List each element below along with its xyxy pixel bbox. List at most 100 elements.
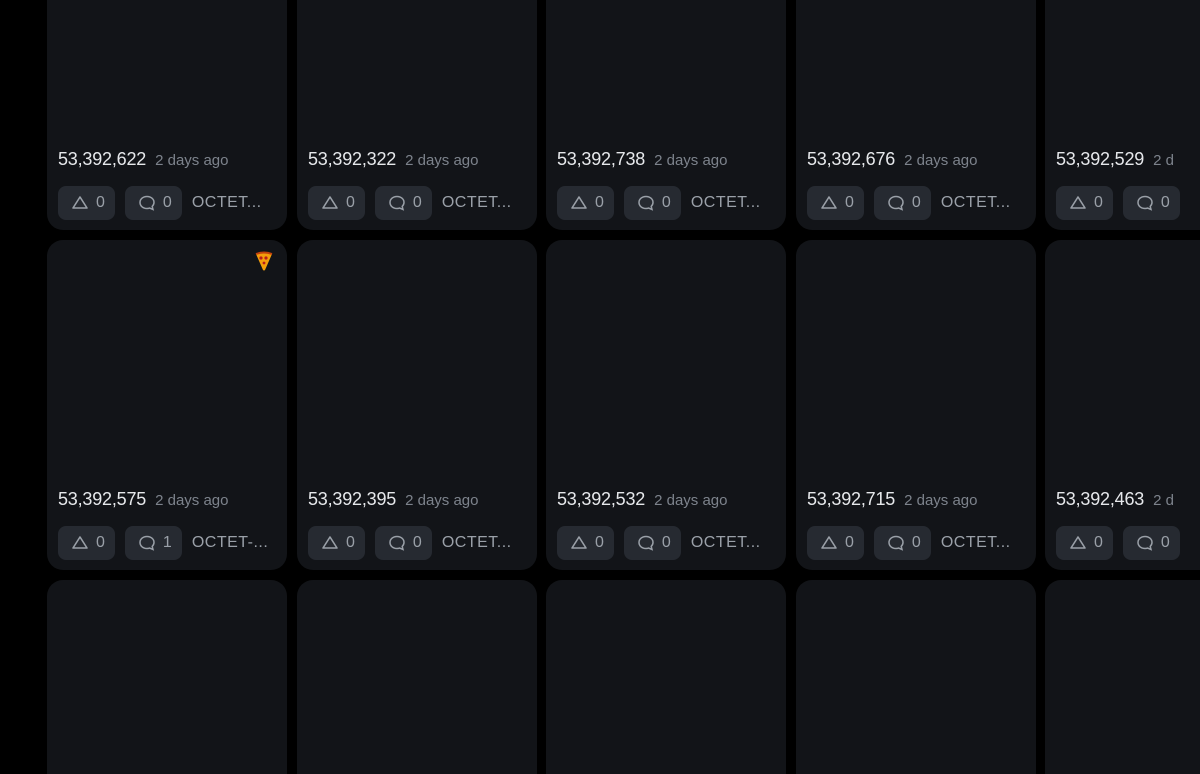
triangle-up-icon: [72, 196, 88, 209]
comment-button[interactable]: 1: [124, 526, 182, 560]
card-actions: 0 0 OCTET...: [807, 526, 1011, 560]
card-meta: 53,392,738 2 days ago: [557, 149, 727, 170]
card-actions: 0 0 OCTET...: [557, 186, 761, 220]
result-card[interactable]: 53,392,529 2 d 0 0: [1045, 0, 1200, 230]
card-meta: 53,392,676 2 days ago: [807, 149, 977, 170]
result-card[interactable]: 53,392,715 2 days ago 0 0 OCTET...: [796, 240, 1036, 570]
card-meta: 53,392,322 2 days ago: [308, 149, 478, 170]
result-card[interactable]: 53,392,622 2 days ago 0 0 OCTET...: [47, 0, 287, 230]
timestamp: 2 days ago: [155, 152, 229, 169]
inscription-number[interactable]: 53,392,532: [557, 489, 645, 510]
upvote-count: 0: [595, 534, 604, 551]
upvote-button[interactable]: 0: [58, 526, 115, 560]
inscription-number[interactable]: 53,392,575: [58, 489, 146, 510]
comment-count: 1: [162, 534, 172, 551]
speech-bubble-icon: [1137, 535, 1153, 551]
speech-bubble-icon: [1137, 195, 1153, 211]
speech-bubble-icon: [638, 535, 654, 551]
inscription-number[interactable]: 53,392,676: [807, 149, 895, 170]
upvote-button[interactable]: 0: [308, 526, 365, 560]
result-card[interactable]: [1045, 580, 1200, 774]
comment-button[interactable]: 0: [873, 186, 931, 220]
comment-button[interactable]: 0: [1122, 526, 1180, 560]
inscription-number[interactable]: 53,392,395: [308, 489, 396, 510]
card-actions: 0 0: [1056, 526, 1190, 560]
result-card[interactable]: [796, 580, 1036, 774]
content-type-tag: OCTET...: [441, 194, 512, 211]
inscription-number[interactable]: 53,392,322: [308, 149, 396, 170]
comment-count: 0: [1160, 534, 1170, 551]
result-card[interactable]: 53,392,532 2 days ago 0 0 OCTET...: [546, 240, 786, 570]
upvote-count: 0: [845, 534, 854, 551]
result-card[interactable]: 53,392,322 2 days ago 0 0 OCTET...: [297, 0, 537, 230]
speech-bubble-icon: [389, 195, 405, 211]
comment-button[interactable]: 0: [1122, 186, 1180, 220]
upvote-button[interactable]: 0: [308, 186, 365, 220]
result-card[interactable]: 53,392,676 2 days ago 0 0 OCTET...: [796, 0, 1036, 230]
card-actions: 0 0 OCTET...: [807, 186, 1011, 220]
inscription-number[interactable]: 53,392,715: [807, 489, 895, 510]
result-card[interactable]: 53,392,575 2 days ago 0 1 OCTET-...: [47, 240, 287, 570]
timestamp: 2 days ago: [405, 152, 479, 169]
content-type-tag: OCTET...: [191, 194, 262, 211]
inscription-number[interactable]: 53,392,738: [557, 149, 645, 170]
card-actions: 0 0 OCTET...: [58, 186, 262, 220]
card-actions: 0 0 OCTET...: [308, 526, 512, 560]
upvote-button[interactable]: 0: [807, 186, 864, 220]
content-type-tag: OCTET...: [940, 194, 1011, 211]
comment-button[interactable]: 0: [623, 526, 681, 560]
upvote-count: 0: [346, 534, 355, 551]
comment-count: 0: [412, 194, 422, 211]
comment-button[interactable]: 0: [374, 526, 432, 560]
timestamp: 2 days ago: [654, 492, 728, 509]
result-card[interactable]: 53,392,738 2 days ago 0 0 OCTET...: [546, 0, 786, 230]
upvote-count: 0: [96, 194, 105, 211]
content-type-tag: OCTET...: [690, 534, 761, 551]
comment-count: 0: [661, 194, 671, 211]
upvote-count: 0: [1094, 534, 1103, 551]
triangle-up-icon: [571, 196, 587, 209]
triangle-up-icon: [1070, 536, 1086, 549]
result-card[interactable]: [47, 580, 287, 774]
comment-count: 0: [1160, 194, 1170, 211]
inscription-number[interactable]: 53,392,529: [1056, 149, 1144, 170]
timestamp: 2 d: [1153, 492, 1174, 509]
upvote-button[interactable]: 0: [807, 526, 864, 560]
upvote-count: 0: [346, 194, 355, 211]
timestamp: 2 d: [1153, 152, 1174, 169]
comment-button[interactable]: 0: [124, 186, 182, 220]
triangle-up-icon: [322, 536, 338, 549]
speech-bubble-icon: [888, 535, 904, 551]
result-card[interactable]: [546, 580, 786, 774]
content-type-tag: OCTET-...: [191, 534, 269, 551]
inscription-number[interactable]: 53,392,622: [58, 149, 146, 170]
upvote-button[interactable]: 0: [1056, 186, 1113, 220]
speech-bubble-icon: [888, 195, 904, 211]
card-meta: 53,392,463 2 d: [1056, 489, 1174, 510]
card-meta: 53,392,395 2 days ago: [308, 489, 478, 510]
pizza-icon: [255, 251, 273, 271]
card-meta: 53,392,532 2 days ago: [557, 489, 727, 510]
timestamp: 2 days ago: [904, 492, 978, 509]
result-card[interactable]: 53,392,463 2 d 0 0: [1045, 240, 1200, 570]
content-type-tag: OCTET...: [441, 534, 512, 551]
result-card[interactable]: [297, 580, 537, 774]
triangle-up-icon: [821, 196, 837, 209]
inscription-number[interactable]: 53,392,463: [1056, 489, 1144, 510]
comment-button[interactable]: 0: [374, 186, 432, 220]
upvote-button[interactable]: 0: [1056, 526, 1113, 560]
card-actions: 0 0 OCTET...: [557, 526, 761, 560]
result-card[interactable]: 53,392,395 2 days ago 0 0 OCTET...: [297, 240, 537, 570]
card-actions: 0 0: [1056, 186, 1190, 220]
comment-button[interactable]: 0: [623, 186, 681, 220]
upvote-button[interactable]: 0: [557, 186, 614, 220]
upvote-count: 0: [96, 534, 105, 551]
upvote-button[interactable]: 0: [557, 526, 614, 560]
comment-button[interactable]: 0: [873, 526, 931, 560]
comment-count: 0: [162, 194, 172, 211]
card-actions: 0 1 OCTET-...: [58, 526, 268, 560]
upvote-count: 0: [845, 194, 854, 211]
timestamp: 2 days ago: [904, 152, 978, 169]
upvote-button[interactable]: 0: [58, 186, 115, 220]
content-type-tag: OCTET...: [690, 194, 761, 211]
